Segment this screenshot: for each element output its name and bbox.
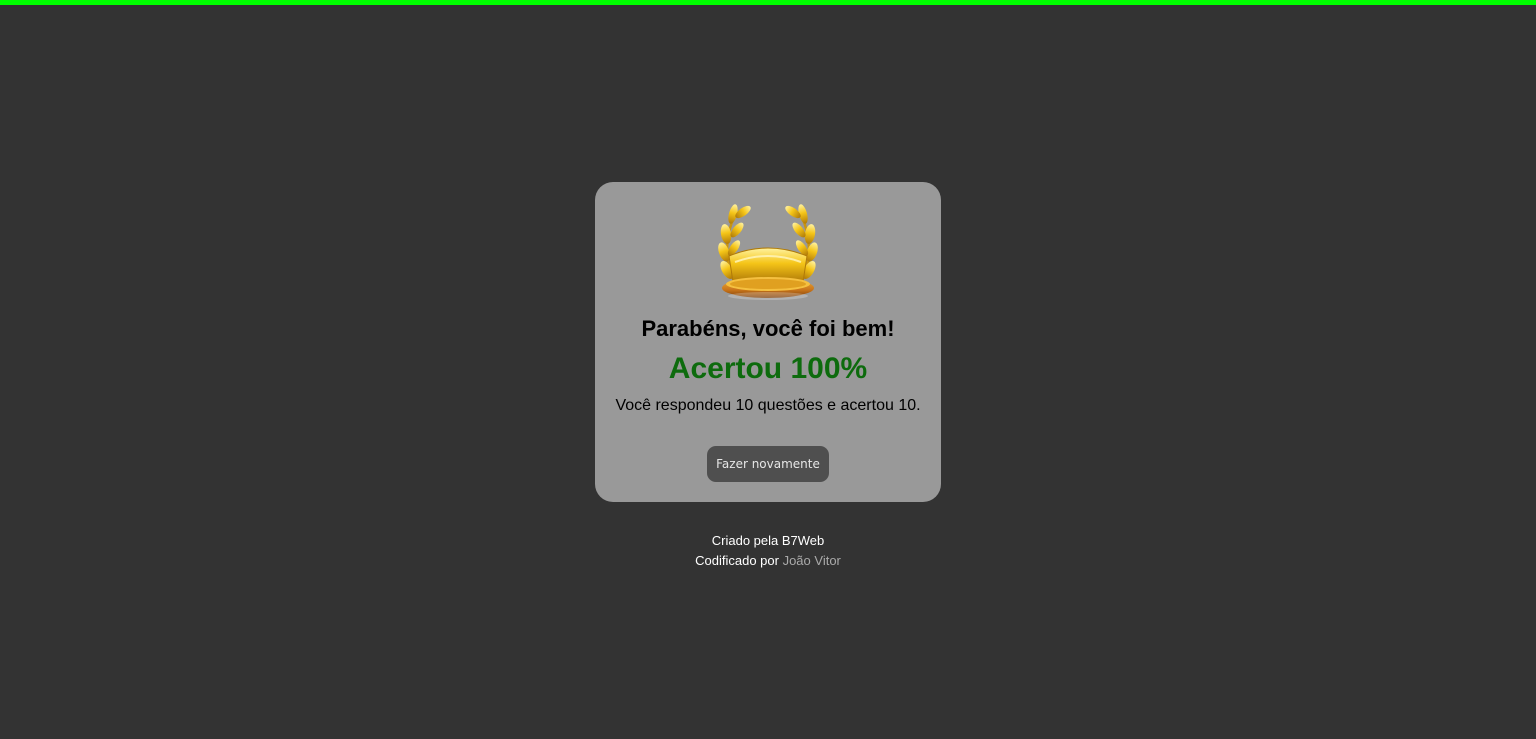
result-card: Parabéns, você foi bem! Acertou 100% Voc… — [595, 182, 941, 502]
author-link[interactable]: João Vitor — [783, 553, 841, 568]
footer-coded-by-label: Codificado por — [695, 553, 779, 568]
result-title: Parabéns, você foi bem! — [641, 316, 895, 341]
footer-coder-line: Codificado por João Vitor — [0, 551, 1536, 571]
retry-button[interactable]: Fazer novamente — [707, 446, 829, 482]
result-description: Você respondeu 10 questões e acertou 10. — [615, 397, 921, 414]
trophy-laurel-icon — [718, 204, 818, 300]
score-percentage: Acertou 100% — [668, 352, 868, 385]
footer-credit: Criado pela B7Web — [711, 533, 825, 548]
progress-bar-fill — [0, 0, 1536, 5]
progress-bar — [0, 0, 1536, 5]
footer: Criado pela B7Web Codificado por João Vi… — [0, 531, 1536, 571]
